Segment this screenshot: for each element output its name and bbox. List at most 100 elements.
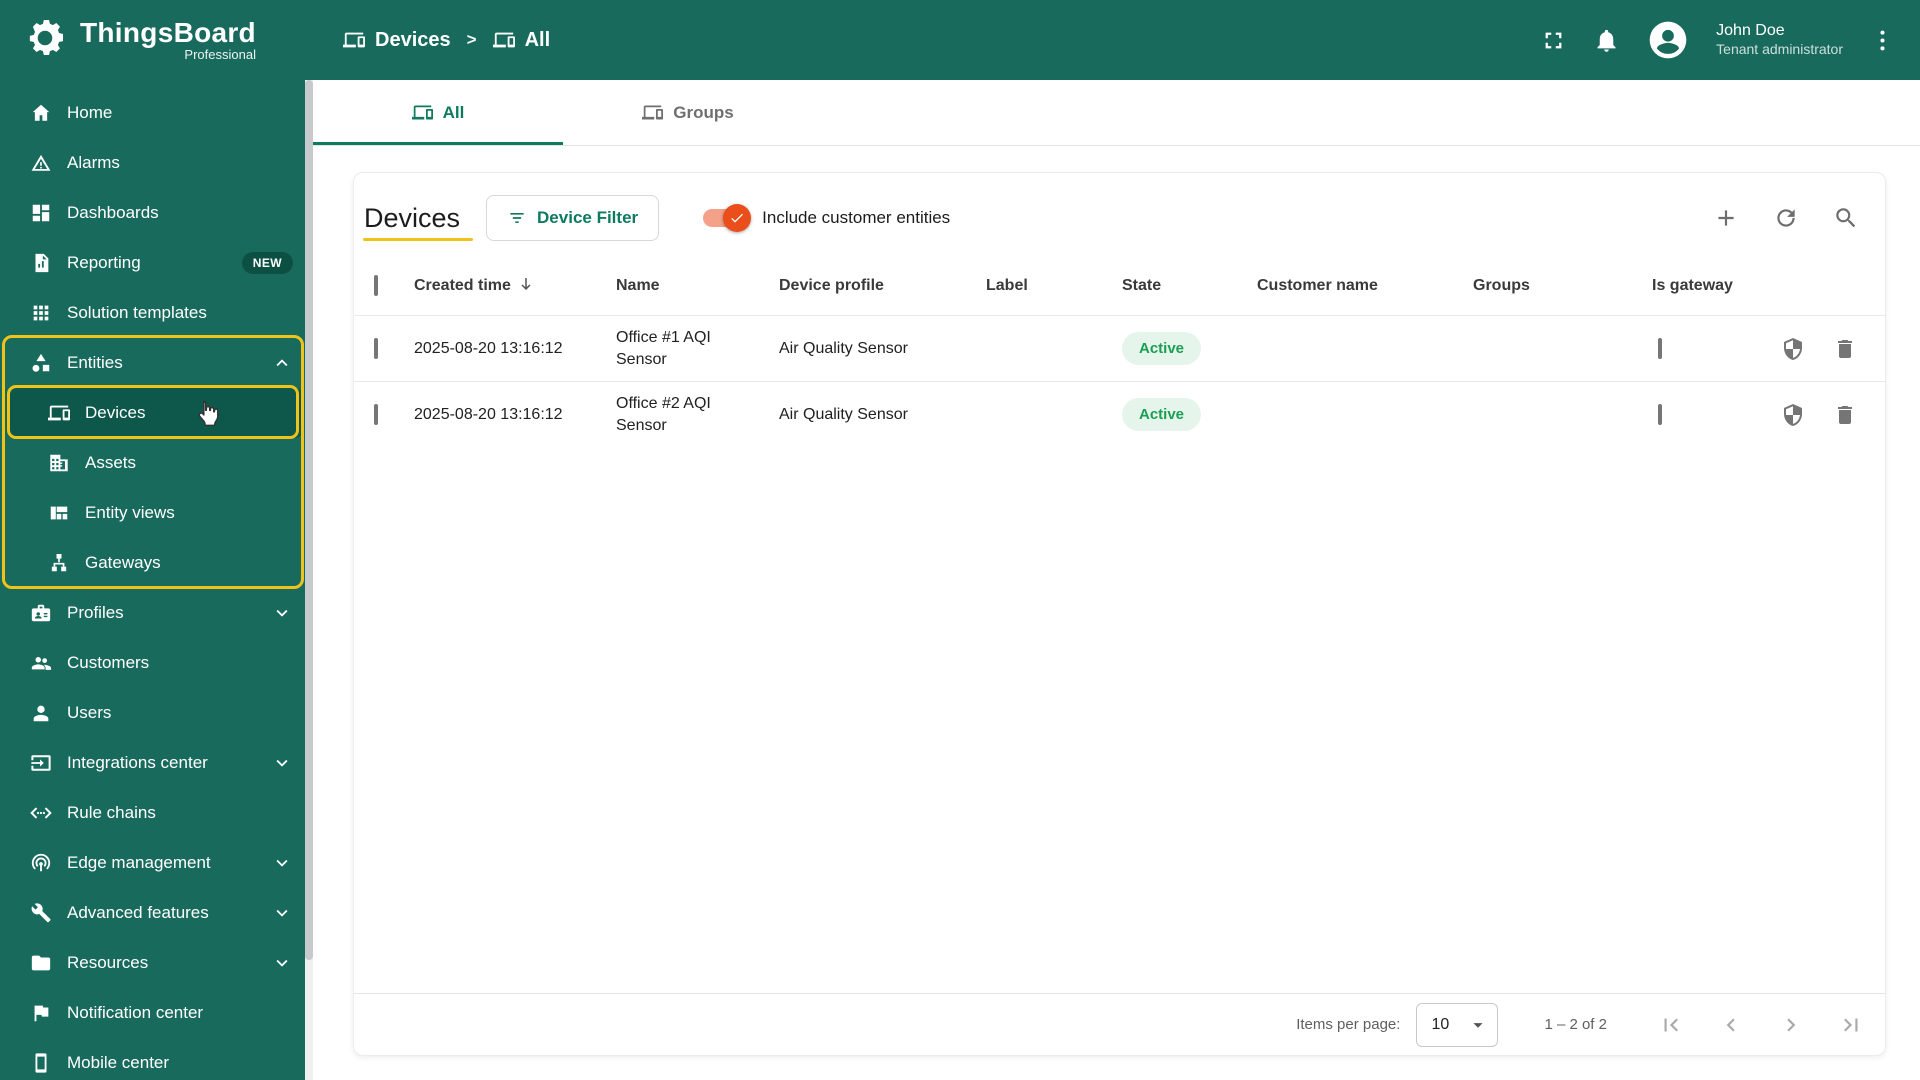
next-page-button[interactable] <box>1761 1001 1821 1049</box>
notifications-button[interactable] <box>1593 27 1620 54</box>
user-info: John Doe Tenant administrator <box>1716 21 1843 59</box>
resources-icon <box>30 952 52 974</box>
table-toolbar: Devices Device Filter Include customer e… <box>354 173 1885 257</box>
chevron-down-icon <box>271 752 293 774</box>
sidebar-item-assets[interactable]: Assets <box>0 438 313 488</box>
sidebar-item-label: Resources <box>67 953 149 972</box>
customers-icon <box>30 652 52 674</box>
active-state-badge: Active <box>1122 398 1202 431</box>
devices-icon <box>343 29 365 51</box>
previous-page-button[interactable] <box>1701 1001 1761 1049</box>
row-actions <box>1777 403 1875 427</box>
search-button[interactable] <box>1833 205 1859 231</box>
sidebar-item-resources[interactable]: Resources <box>0 938 313 988</box>
more-menu-button[interactable] <box>1869 27 1896 54</box>
reporting-icon <box>30 252 52 274</box>
sidebar-item-rule-chains[interactable]: Rule chains <box>0 788 313 838</box>
column-label: State <box>1122 277 1162 294</box>
sidebar-item-solution-templates[interactable]: Solution templates <box>0 288 313 338</box>
cell-created-time: 2025-08-20 13:16:12 <box>414 339 563 357</box>
row-checkbox[interactable] <box>374 403 378 425</box>
chevron-down-icon <box>271 902 293 924</box>
items-per-page-select[interactable]: 10 <box>1416 1002 1499 1047</box>
column-header-groups[interactable]: Groups <box>1473 277 1652 295</box>
is-gateway-checkbox[interactable] <box>1658 337 1662 359</box>
tab-all[interactable]: All <box>313 80 563 145</box>
add-device-button[interactable] <box>1713 205 1739 231</box>
column-header-is-gateway[interactable]: Is gateway <box>1652 277 1777 295</box>
sidebar-scrollbar[interactable] <box>305 80 313 1080</box>
cell-is-gateway <box>1652 337 1777 359</box>
sidebar-item-label: Alarms <box>67 153 120 172</box>
table-row[interactable]: 2025-08-20 13:16:12 Office #2 AQI Sensor… <box>354 381 1885 447</box>
column-header-customer-name[interactable]: Customer name <box>1257 277 1473 295</box>
sidebar-item-integrations-center[interactable]: Integrations center <box>0 738 313 788</box>
sidebar-item-mobile-center[interactable]: Mobile center <box>0 1038 313 1080</box>
row-checkbox[interactable] <box>374 337 378 359</box>
breadcrumb-devices-label: Devices <box>375 28 451 51</box>
include-customer-entities-toggle[interactable] <box>703 204 752 232</box>
paginator: Items per page: 10 1 – 2 of 2 <box>354 993 1885 1055</box>
filter-icon <box>507 208 527 228</box>
column-header-created-time[interactable]: Created time <box>414 275 616 298</box>
manage-credentials-button[interactable] <box>1781 403 1805 427</box>
select-all-checkbox[interactable] <box>374 275 378 296</box>
column-header-device-profile[interactable]: Device profile <box>779 277 986 295</box>
sidebar-item-customers[interactable]: Customers <box>0 638 313 688</box>
column-header-name[interactable]: Name <box>616 277 779 295</box>
sidebar-item-profiles[interactable]: Profiles <box>0 588 313 638</box>
alarm-warning-icon <box>30 152 52 174</box>
sidebar-item-reporting[interactable]: Reporting NEW <box>0 238 313 288</box>
sidebar-item-label: Rule chains <box>67 803 156 822</box>
sidebar-item-devices[interactable]: Devices <box>10 388 303 438</box>
column-header-state[interactable]: State <box>1122 277 1257 295</box>
refresh-button[interactable] <box>1773 205 1799 231</box>
toggle-label: Include customer entities <box>762 208 951 227</box>
sidebar-item-notification-center[interactable]: Notification center <box>0 988 313 1038</box>
rule-chains-icon <box>30 802 52 824</box>
cell-state: Active <box>1122 398 1257 431</box>
tab-groups[interactable]: Groups <box>563 80 813 145</box>
devices-title-highlight-annotation <box>363 237 473 241</box>
sidebar-item-label: Customers <box>67 653 150 672</box>
user-name: John Doe <box>1716 22 1785 40</box>
sidebar-item-entities[interactable]: Entities <box>0 338 313 388</box>
kebab-icon <box>1869 27 1896 54</box>
chevron-down-icon <box>271 602 293 624</box>
caret-down-icon <box>1467 1014 1489 1036</box>
sidebar-item-label: Mobile center <box>67 1053 170 1072</box>
next-page-icon <box>1778 1012 1804 1038</box>
sidebar-item-entity-views[interactable]: Entity views <box>0 488 313 538</box>
last-page-button[interactable] <box>1821 1001 1881 1049</box>
fullscreen-button[interactable] <box>1540 27 1567 54</box>
sidebar-item-advanced-features[interactable]: Advanced features <box>0 888 313 938</box>
user-role: Tenant administrator <box>1716 41 1843 58</box>
thingsboard-logo-icon <box>22 15 68 66</box>
delete-button[interactable] <box>1833 403 1857 427</box>
first-page-button[interactable] <box>1641 1001 1701 1049</box>
column-header-label[interactable]: Label <box>986 277 1122 295</box>
sidebar-item-alarms[interactable]: Alarms <box>0 138 313 188</box>
table-row[interactable]: 2025-08-20 13:16:12 Office #1 AQI Sensor… <box>354 315 1885 381</box>
sidebar-scrollbar-thumb[interactable] <box>305 80 313 960</box>
column-label: Device profile <box>779 277 884 294</box>
sidebar-item-gateways[interactable]: Gateways <box>0 538 313 588</box>
sidebar-item-dashboards[interactable]: Dashboards <box>0 188 313 238</box>
sidebar-item-label: Reporting <box>67 253 141 272</box>
is-gateway-checkbox[interactable] <box>1658 403 1662 425</box>
sidebar-item-label: Devices <box>85 403 146 422</box>
manage-credentials-button[interactable] <box>1781 337 1805 361</box>
sidebar-item-label: Dashboards <box>67 203 159 222</box>
breadcrumb-devices[interactable]: Devices <box>343 29 451 52</box>
column-label: Created time <box>414 277 511 294</box>
sidebar-item-home[interactable]: Home <box>0 88 313 138</box>
avatar[interactable] <box>1646 18 1690 62</box>
sidebar-item-users[interactable]: Users <box>0 688 313 738</box>
table-toolbar-icons <box>1713 205 1871 231</box>
breadcrumb-all[interactable]: All <box>493 29 550 52</box>
sidebar-item-edge-management[interactable]: Edge management <box>0 838 313 888</box>
breadcrumb-separator: > <box>466 30 477 49</box>
delete-button[interactable] <box>1833 337 1857 361</box>
device-filter-button[interactable]: Device Filter <box>486 195 660 241</box>
edge-management-icon <box>30 852 52 874</box>
